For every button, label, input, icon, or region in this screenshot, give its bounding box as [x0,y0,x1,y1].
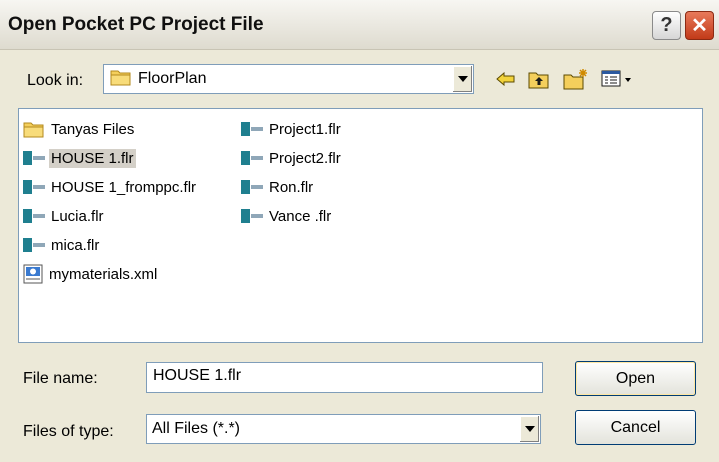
new-folder-icon[interactable] [561,66,591,92]
file-name-input[interactable]: HOUSE 1.flr [146,362,543,393]
file-name: Tanyas Files [51,120,135,138]
list-item[interactable]: Ron.flr [241,175,315,199]
up-folder-icon[interactable] [526,66,552,92]
list-item[interactable]: Project2.flr [241,146,343,170]
title-bar: Open Pocket PC Project File ? ✕ [0,0,719,50]
list-item[interactable]: HOUSE 1.flr [23,146,136,170]
file-name: Lucia.flr [51,207,104,225]
file-name: HOUSE 1_fromppc.flr [51,178,197,196]
help-button[interactable]: ? [652,11,681,40]
open-button[interactable]: Open [575,361,696,396]
look-in-value: FloorPlan [138,70,207,87]
chevron-down-icon[interactable] [519,416,539,442]
back-arrow-icon[interactable] [493,66,519,92]
flr-file-icon [241,209,263,223]
list-item[interactable]: HOUSE 1_fromppc.flr [23,175,198,199]
list-item[interactable]: mica.flr [23,233,101,257]
files-of-type-value: All Files (*.*) [152,420,241,437]
list-item[interactable]: Tanyas Files [23,117,136,141]
files-of-type-dropdown[interactable]: All Files (*.*) [146,414,541,444]
flr-file-icon [23,238,45,252]
folder-icon [23,122,44,138]
file-name: mymaterials.xml [49,265,158,283]
file-name: Vance .flr [269,207,332,225]
look-in-dropdown[interactable]: FloorPlan [103,64,474,94]
file-name: Project2.flr [269,149,341,167]
view-menu-icon[interactable] [600,66,636,92]
list-item[interactable]: Project1.flr [241,117,343,141]
file-name: Project1.flr [269,120,341,138]
flr-file-icon [23,151,45,165]
folder-icon [110,68,132,90]
close-button[interactable]: ✕ [685,11,714,40]
flr-file-icon [241,151,263,165]
file-name: Ron.flr [269,178,314,196]
flr-file-icon [23,209,45,223]
file-name: HOUSE 1.flr [49,148,136,168]
file-name-label: File name: [23,370,98,387]
files-of-type-label: Files of type: [23,423,114,440]
file-list[interactable]: Tanyas Files HOUSE 1.flr HOUSE 1_fromppc… [18,108,703,343]
list-item[interactable]: Vance .flr [241,204,333,228]
look-in-label: Look in: [27,72,84,89]
window-title: Open Pocket PC Project File [8,14,264,35]
flr-file-icon [241,180,263,194]
flr-file-icon [241,122,263,136]
cancel-button[interactable]: Cancel [575,410,696,445]
chevron-down-icon[interactable] [452,66,472,92]
list-item[interactable]: mymaterials.xml [23,262,159,286]
flr-file-icon [23,180,45,194]
xml-file-icon [23,264,43,284]
file-name: mica.flr [51,236,100,254]
list-item[interactable]: Lucia.flr [23,204,106,228]
